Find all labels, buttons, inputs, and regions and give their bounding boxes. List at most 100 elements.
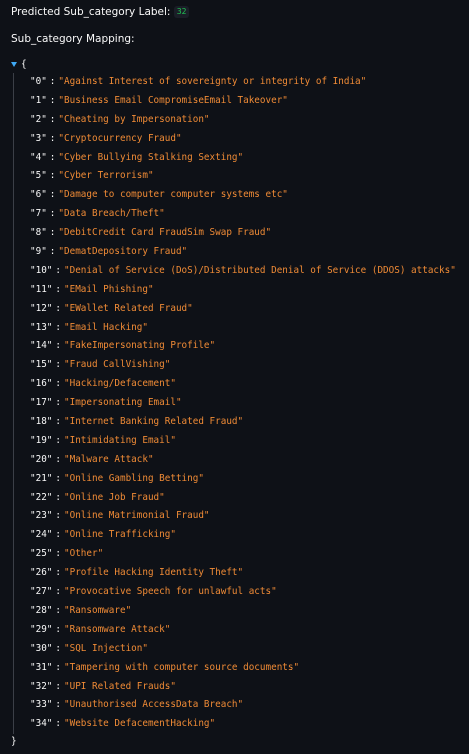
json-value: "EWallet Related Fraud" — [64, 302, 193, 314]
json-key: "30" — [30, 642, 53, 654]
json-root-header: { — [11, 56, 466, 73]
json-key: "31" — [30, 661, 53, 673]
collapse-toggle-icon[interactable] — [11, 62, 17, 67]
json-key: "13" — [30, 321, 53, 333]
json-entry: "33": "Unauthorised AccessData Breach" — [30, 696, 466, 715]
json-colon: : — [49, 132, 56, 144]
json-entry: "17": "Impersonating Email" — [30, 394, 466, 413]
json-key: "15" — [30, 359, 53, 371]
json-colon: : — [55, 321, 61, 333]
json-entry: "27": "Provocative Speech for unlawful ac… — [30, 583, 466, 602]
json-entry: "22": "Online Job Fraud" — [30, 489, 466, 508]
json-entry: "29": "Ransomware Attack" — [30, 621, 466, 640]
json-value: "DematDepository Fraud" — [58, 246, 188, 258]
json-key: "6" — [30, 189, 47, 201]
json-value: "Intimidating Email" — [64, 434, 176, 446]
json-entry: "7": "Data Breach/Theft" — [30, 205, 466, 224]
json-root-footer: } — [11, 734, 466, 749]
json-entry: "28": "Ransomware" — [30, 602, 466, 621]
json-value: "EMail Phishing" — [64, 283, 154, 295]
json-entry: "25": "Other" — [30, 545, 466, 564]
json-key: "5" — [30, 170, 47, 182]
json-value: "Cyber Terrorism" — [58, 170, 154, 182]
json-colon: : — [55, 264, 61, 276]
json-key: "17" — [30, 397, 53, 409]
prediction-value-badge: 32 — [173, 6, 190, 18]
json-entry: "30": "SQL Injection" — [30, 640, 466, 659]
json-value: "Denial of Service (DoS)/Distributed Den… — [64, 264, 456, 276]
json-colon: : — [55, 718, 61, 730]
json-entry: "8": "DebitCredit Card FraudSim Swap Frau… — [30, 224, 466, 243]
json-value: "Cyber Bullying Stalking Sexting" — [58, 151, 244, 163]
json-colon: : — [55, 283, 61, 295]
json-colon: : — [55, 529, 61, 541]
json-value: "SQL Injection" — [64, 642, 148, 654]
json-key: "1" — [30, 94, 47, 106]
json-colon: : — [55, 586, 61, 598]
json-colon: : — [49, 189, 56, 201]
json-value: "Unauthorised AccessData Breach" — [64, 699, 244, 711]
prediction-line: Predicted Sub_category Label: 32 — [11, 4, 190, 20]
json-entry: "3": "Cryptocurrency Fraud" — [30, 130, 466, 149]
json-entry: "12": "EWallet Related Fraud" — [30, 300, 466, 319]
json-colon: : — [49, 170, 56, 182]
json-value: "UPI Related Frauds" — [64, 680, 176, 692]
json-entry: "1": "Business Email CompromiseEmail Take… — [30, 92, 466, 111]
json-colon: : — [49, 246, 56, 258]
json-colon: : — [49, 227, 56, 239]
json-value: "Hacking/Defacement" — [64, 378, 176, 390]
mapping-title: Sub_category Mapping: — [11, 33, 135, 45]
json-colon: : — [55, 623, 61, 635]
json-key: "3" — [30, 132, 47, 144]
json-colon: : — [55, 642, 61, 654]
json-entry: "34": "Website DefacementHacking" — [30, 715, 466, 734]
json-viewer: { "0": "Against Interest of sovereignty o… — [11, 56, 466, 749]
json-colon: : — [55, 340, 61, 352]
json-entry: "16": "Hacking/Defacement" — [30, 375, 466, 394]
json-colon: : — [49, 113, 56, 125]
json-value: "Ransomware" — [64, 604, 132, 616]
json-value: "Tampering with computer source document… — [64, 661, 300, 673]
json-value: "Email Hacking" — [64, 321, 148, 333]
json-entry: "4": "Cyber Bullying Stalking Sexting" — [30, 149, 466, 168]
json-value: "Fraud CallVishing" — [64, 359, 171, 371]
json-value: "Online Gambling Betting" — [64, 472, 204, 484]
json-key: "11" — [30, 283, 53, 295]
json-entry: "13": "Email Hacking" — [30, 319, 466, 338]
json-colon: : — [55, 661, 61, 673]
json-entry: "9": "DematDepository Fraud" — [30, 243, 466, 262]
json-value: "Provocative Speech for unlawful acts" — [64, 586, 277, 598]
json-key: "24" — [30, 529, 53, 541]
json-key: "14" — [30, 340, 53, 352]
json-entry: "20": "Malware Attack" — [30, 451, 466, 470]
json-colon: : — [55, 510, 61, 522]
json-key: "28" — [30, 604, 53, 616]
json-value: "Cheating by Impersonation" — [58, 113, 210, 125]
json-key: "4" — [30, 151, 47, 163]
prediction-label: Predicted Sub_category Label: — [11, 6, 171, 18]
json-key: "2" — [30, 113, 47, 125]
json-key: "22" — [30, 491, 53, 503]
json-colon: : — [49, 76, 56, 87]
json-value: "Internet Banking Related Fraud" — [64, 416, 244, 428]
json-key: "27" — [30, 586, 53, 598]
json-key: "34" — [30, 718, 53, 730]
json-entry: "2": "Cheating by Impersonation" — [30, 111, 466, 130]
json-key: "21" — [30, 472, 53, 484]
json-value: "Other" — [64, 548, 104, 560]
json-colon: : — [55, 567, 61, 579]
json-key: "0" — [30, 76, 47, 87]
json-value: "Business Email CompromiseEmail Takeover… — [58, 94, 288, 106]
json-colon: : — [49, 208, 56, 220]
json-colon: : — [55, 491, 61, 503]
json-colon: : — [55, 302, 61, 314]
json-value: "Data Breach/Theft" — [58, 208, 165, 220]
json-value: "FakeImpersonating Profile" — [64, 340, 216, 352]
json-entry: "5": "Cyber Terrorism" — [30, 167, 466, 186]
json-entry: "0": "Against Interest of sovereignty or … — [30, 73, 466, 92]
json-value: "Ransomware Attack" — [64, 623, 171, 635]
json-entry: "26": "Profile Hacking Identity Theft" — [30, 564, 466, 583]
json-entry: "11": "EMail Phishing" — [30, 281, 466, 300]
json-colon: : — [55, 416, 61, 428]
json-value: "Cryptocurrency Fraud" — [58, 132, 182, 144]
